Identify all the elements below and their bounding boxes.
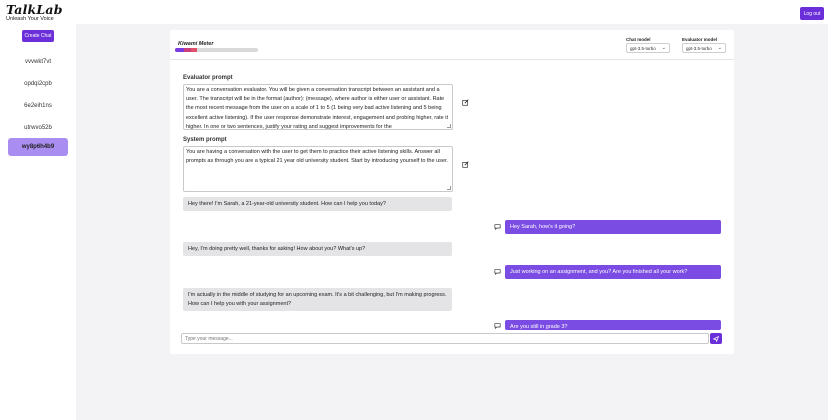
chat-model-value: gpt-3.5-turbo [630, 45, 656, 51]
edit-evaluator-prompt-icon[interactable] [462, 99, 469, 106]
send-icon [713, 335, 719, 342]
assistant-message: Hey there! I'm Sarah, a 21-year-old univ… [183, 197, 452, 211]
user-message: Are you still in grade 3? [505, 320, 721, 330]
evaluator-model-select[interactable]: gpt-3.5-turbo ⌄ [682, 43, 726, 53]
sidebar-chat-item-active[interactable]: wy8p6h4b9 [8, 138, 68, 156]
assistant-message: Hey, I'm doing pretty well, thanks for a… [183, 242, 452, 256]
logout-button[interactable]: Log out [800, 7, 824, 20]
resize-handle[interactable] [447, 186, 451, 190]
app-title: TalkLab [6, 2, 63, 17]
resize-handle[interactable] [447, 124, 451, 128]
assistant-message: I'm actually in the middle of studying f… [183, 288, 452, 311]
evaluator-model-label: Evaluator model [682, 37, 718, 42]
system-prompt-textarea[interactable]: You are having a conversation with the u… [183, 146, 453, 192]
sidebar-chat-item[interactable]: vvvwkt7vt [8, 54, 68, 70]
message-input[interactable] [181, 333, 709, 344]
evaluator-prompt-text: You are a conversation evaluator. You wi… [186, 87, 449, 130]
chat-panel-header: Kiwami Meter Chat model gpt-3.5-turbo ⌄ … [170, 30, 734, 60]
send-button[interactable] [710, 333, 722, 344]
chevron-down-icon: ⌄ [717, 45, 722, 51]
evaluator-prompt-textarea[interactable]: You are a conversation evaluator. You wi… [183, 84, 453, 130]
system-prompt-label: System prompt [183, 137, 227, 143]
chat-model-select[interactable]: gpt-3.5-turbo ⌄ [626, 43, 670, 53]
sidebar-chat-item[interactable]: opdqi2cpb [8, 76, 68, 92]
create-chat-button[interactable]: Create Chat [22, 30, 54, 42]
kiwami-meter-segment [175, 48, 184, 52]
kiwami-meter-label: Kiwami Meter [178, 41, 214, 47]
kiwami-meter-segment [190, 48, 198, 52]
chat-model-label: Chat model [626, 37, 651, 42]
system-prompt-text: You are having a conversation with the u… [186, 149, 449, 165]
speech-bubble-icon [494, 323, 501, 329]
user-message: Hey Sarah, how's it going? [505, 220, 721, 234]
top-bar: TalkLab Unleash Your Voice Log out [0, 0, 828, 24]
brand: TalkLab Unleash Your Voice [6, 3, 63, 23]
speech-bubble-icon [494, 269, 501, 275]
kiwami-meter [175, 48, 258, 52]
chevron-down-icon: ⌄ [661, 45, 666, 51]
kiwami-meter-segment [183, 48, 191, 52]
edit-system-prompt-icon[interactable] [462, 161, 469, 168]
sidebar: Create Chat vvvwkt7vt opdqi2cpb 6e2eih1n… [0, 24, 76, 420]
kiwami-meter-fill [175, 48, 198, 52]
speech-bubble-icon [494, 224, 501, 230]
user-message: Just working on an assignment, and you? … [505, 265, 721, 279]
sidebar-chat-item[interactable]: 6e2eih1ns [8, 98, 68, 114]
evaluator-prompt-label: Evaluator prompt [183, 75, 233, 81]
evaluator-model-value: gpt-3.5-turbo [686, 45, 712, 51]
app-tagline: Unleash Your Voice [6, 16, 54, 22]
sidebar-chat-item[interactable]: utrwvo52b [8, 120, 68, 136]
